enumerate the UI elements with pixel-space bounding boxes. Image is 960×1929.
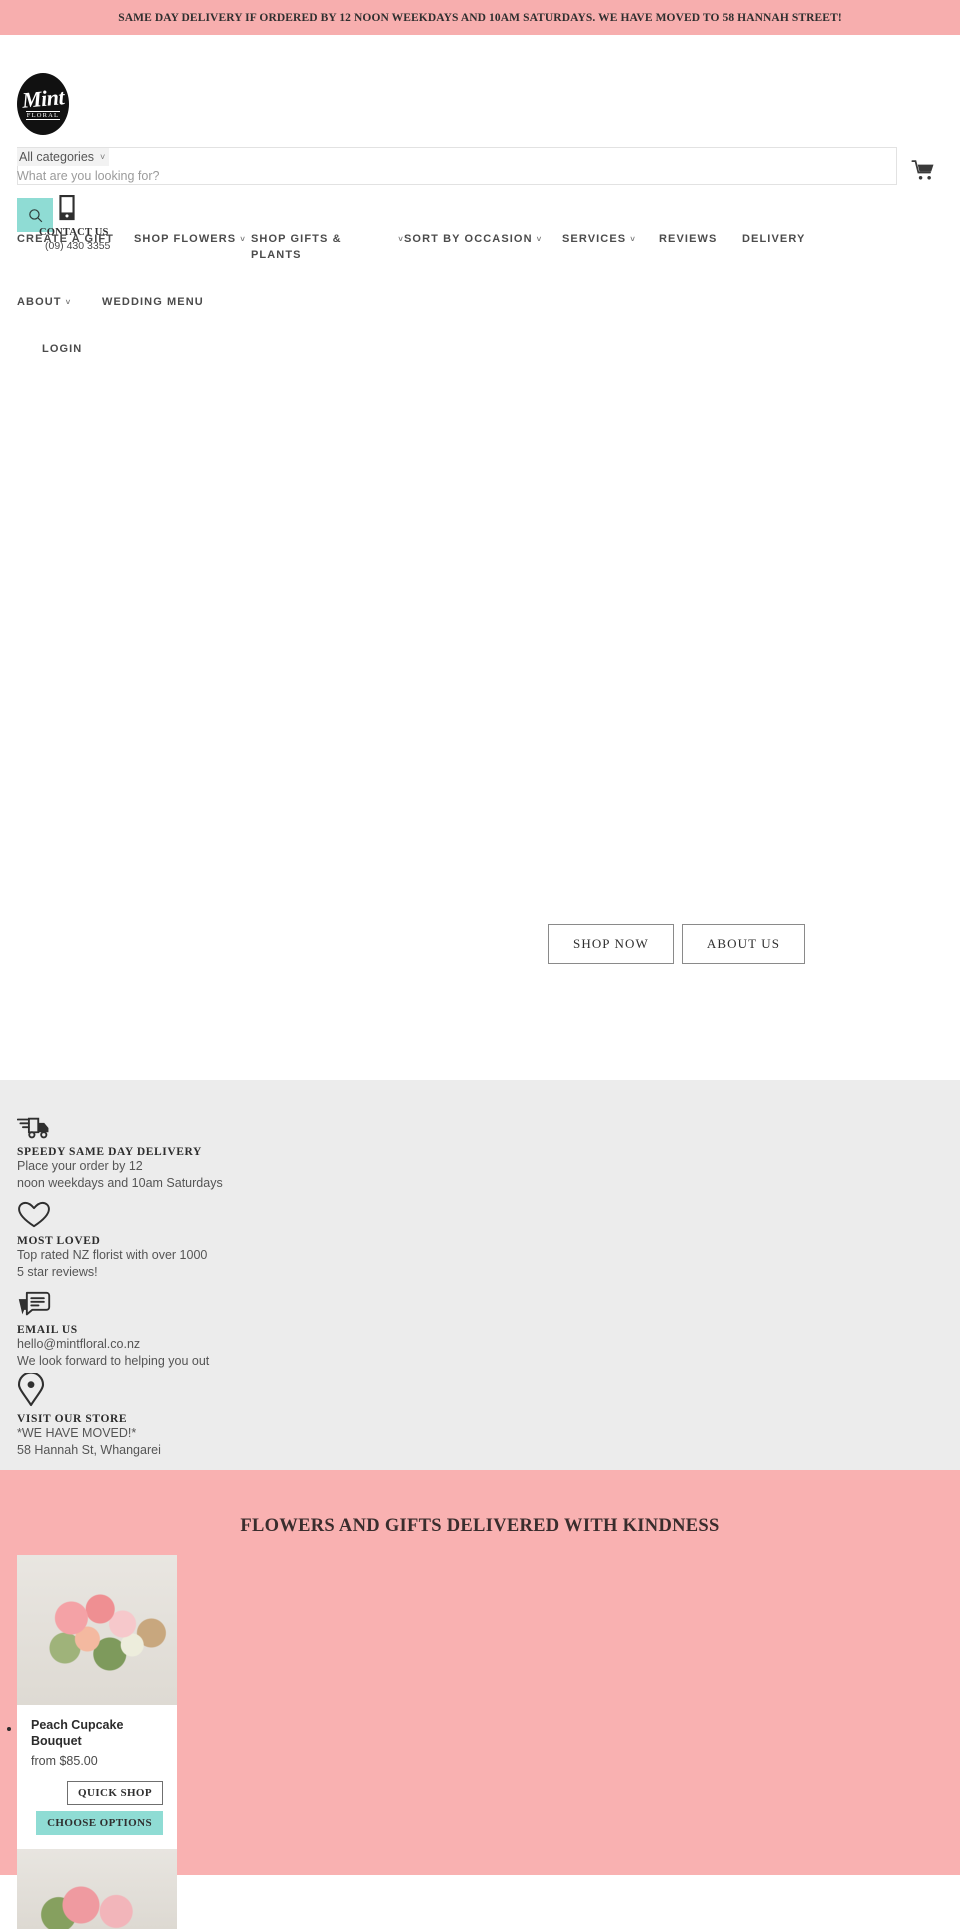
shopping-cart-icon[interactable] xyxy=(910,157,936,183)
quick-shop-button[interactable]: QUICK SHOP xyxy=(67,1781,163,1805)
main-navigation: CREATE A GIFT SHOP FLOWERS ˅ SHOP GIFTS … xyxy=(0,232,960,358)
nav-row-secondary: ABOUT ˅ WEDDING MENU xyxy=(17,295,943,311)
chevron-down-icon: ˅ xyxy=(398,235,404,244)
search-input[interactable] xyxy=(17,169,717,183)
benefit-title: VISIT OUR STORE xyxy=(17,1413,128,1425)
chat-bubble-icon xyxy=(18,1291,51,1316)
nav-label: SHOP FLOWERS xyxy=(134,233,237,245)
map-pin-icon xyxy=(17,1373,45,1407)
products-section: FLOWERS AND GIFTS DELIVERED WITH KINDNES… xyxy=(0,1470,960,1929)
nav-label: WEDDING MENU xyxy=(102,295,204,308)
benefit-title: MOST LOVED xyxy=(17,1235,101,1247)
product-image[interactable] xyxy=(17,1555,177,1705)
chevron-down-icon: ˅ xyxy=(65,297,72,307)
site-header: Mint FLORAL All categories ˅ CONTACT US … xyxy=(0,35,960,252)
nav-label: SORT BY OCCASION xyxy=(404,233,533,245)
benefit-line-1: *WE HAVE MOVED!* xyxy=(17,1426,137,1440)
benefit-line-2: 58 Hannah St, Whangarei xyxy=(17,1442,161,1457)
heart-icon xyxy=(18,1201,50,1228)
nav-item-sort-by-occasion[interactable]: SORT BY OCCASION ˅ xyxy=(404,232,562,248)
nav-item-login[interactable]: LOGIN xyxy=(42,342,82,358)
nav-label: DELIVERY xyxy=(742,233,806,245)
benefit-speedy-same-day-delivery: SPEEDY SAME DAY DELIVERY Place your orde… xyxy=(17,1110,943,1191)
benefit-icon-wrap xyxy=(17,1199,943,1229)
nav-item-wedding-menu[interactable]: WEDDING MENU xyxy=(102,295,222,311)
chevron-down-icon: ˅ xyxy=(536,235,543,244)
category-select-value: All categories xyxy=(19,150,95,164)
chevron-down-icon: ˅ xyxy=(240,235,247,244)
benefits-section: SPEEDY SAME DAY DELIVERY Place your orde… xyxy=(0,1080,960,1470)
benefit-icon-wrap xyxy=(17,1373,943,1407)
nav-label: SERVICES xyxy=(562,233,627,245)
product-card-peach-cupcake-bouquet[interactable]: Peach Cupcake Bouquet from $85.00 QUICK … xyxy=(7,1555,177,1929)
nav-label: REVIEWS xyxy=(659,233,718,245)
nav-item-shop-flowers[interactable]: SHOP FLOWERS ˅ xyxy=(134,232,251,248)
benefit-line-2: We look forward to helping you out xyxy=(17,1353,210,1368)
phone-icon xyxy=(59,195,75,221)
chevron-down-icon: ˅ xyxy=(630,235,637,244)
search-icon xyxy=(28,208,42,222)
benefit-line-1: Place your order by 12 xyxy=(17,1159,143,1173)
product-list: Peach Cupcake Bouquet from $85.00 QUICK … xyxy=(7,1555,177,1929)
delivery-truck-icon xyxy=(17,1117,49,1139)
nav-label: LOGIN xyxy=(42,342,83,355)
nav-row-primary: CREATE A GIFT SHOP FLOWERS ˅ SHOP GIFTS … xyxy=(17,232,943,264)
benefit-visit-our-store: VISIT OUR STORE *WE HAVE MOVED!* 58 Hann… xyxy=(17,1373,943,1458)
nav-item-reviews[interactable]: REVIEWS xyxy=(659,232,742,248)
nav-row-account: LOGIN xyxy=(17,342,943,358)
category-select[interactable]: All categories ˅ xyxy=(17,148,110,166)
hero-cta-group: SHOP NOW ABOUT US xyxy=(548,924,806,964)
nav-label: SHOP GIFTS & PLANTS xyxy=(251,233,342,261)
nav-item-shop-gifts-plants[interactable]: SHOP GIFTS & PLANTS ˅ xyxy=(251,232,404,264)
announcement-text: SAME DAY DELIVERY IF ORDERED BY 12 NOON … xyxy=(118,11,842,24)
benefit-most-loved: MOST LOVED Top rated NZ florist with ove… xyxy=(17,1199,943,1280)
nav-item-create-a-gift[interactable]: CREATE A GIFT xyxy=(17,232,134,248)
about-us-button[interactable]: ABOUT US xyxy=(681,924,806,964)
nav-item-delivery[interactable]: DELIVERY xyxy=(742,232,805,248)
nav-label: ABOUT xyxy=(17,295,62,308)
benefit-line-1: Top rated NZ florist with over 1000 xyxy=(17,1248,208,1262)
shop-now-button[interactable]: SHOP NOW xyxy=(548,924,674,964)
benefit-title: SPEEDY SAME DAY DELIVERY xyxy=(17,1146,202,1158)
product-price: from $85.00 xyxy=(31,1754,98,1768)
benefit-icon-wrap xyxy=(17,1288,943,1318)
benefit-line-1: hello@mintfloral.co.nz xyxy=(17,1337,141,1351)
product-actions: QUICK SHOP CHOOSE OPTIONS xyxy=(31,1781,163,1835)
benefit-line-2: noon weekdays and 10am Saturdays xyxy=(17,1175,223,1190)
benefit-title: EMAIL US xyxy=(17,1324,78,1336)
benefit-line-2: 5 star reviews! xyxy=(17,1264,98,1279)
list-bullet xyxy=(7,1727,11,1731)
logo-subtext: FLORAL xyxy=(25,111,61,120)
logo-mint-floral[interactable]: Mint FLORAL xyxy=(17,73,69,135)
benefit-email-us: EMAIL US hello@mintfloral.co.nz We look … xyxy=(17,1288,943,1369)
logo-wordmark: Mint xyxy=(20,84,65,113)
nav-label: CREATE A GIFT xyxy=(17,233,114,245)
hero-section: SHOP NOW ABOUT US xyxy=(0,372,960,1080)
choose-options-button[interactable]: CHOOSE OPTIONS xyxy=(36,1811,163,1835)
benefit-icon-wrap xyxy=(17,1110,943,1140)
products-heading: FLOWERS AND GIFTS DELIVERED WITH KINDNES… xyxy=(240,1516,720,1536)
next-product-image-peek[interactable] xyxy=(17,1849,177,1929)
chevron-down-icon: ˅ xyxy=(100,152,106,162)
nav-item-about[interactable]: ABOUT ˅ xyxy=(17,295,102,311)
nav-item-services[interactable]: SERVICES ˅ xyxy=(562,232,659,248)
product-title: Peach Cupcake Bouquet xyxy=(31,1718,124,1748)
product-info: Peach Cupcake Bouquet from $85.00 QUICK … xyxy=(17,1705,177,1849)
announcement-bar: SAME DAY DELIVERY IF ORDERED BY 12 NOON … xyxy=(0,0,960,35)
